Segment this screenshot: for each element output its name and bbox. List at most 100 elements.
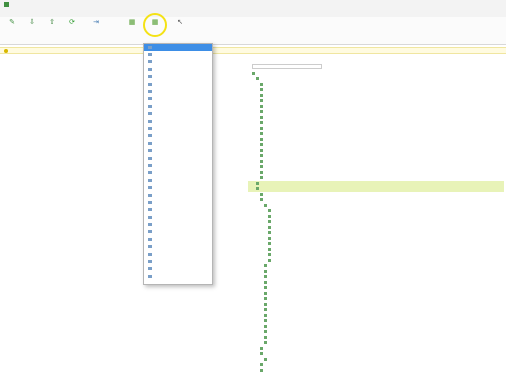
ribbon-button-8[interactable]: ↖	[172, 19, 188, 41]
item-icon	[148, 53, 152, 57]
tree-toolbar	[248, 58, 504, 63]
tree-node-icon	[264, 319, 267, 323]
item-icon	[148, 178, 152, 182]
dropdown-item[interactable]	[144, 170, 212, 177]
tree-node-icon	[264, 330, 267, 334]
tree-node-icon	[260, 154, 263, 158]
ribbon-button-6[interactable]: ▦	[124, 19, 140, 41]
tree-node-icon	[260, 115, 263, 119]
tree-search-input[interactable]	[252, 64, 322, 69]
item-icon	[148, 223, 152, 227]
tree-node-icon	[260, 346, 263, 350]
dropdown-item[interactable]	[144, 133, 212, 140]
dropdown-item[interactable]	[144, 258, 212, 265]
ribbon-button-5[interactable]: ⇥	[88, 19, 104, 41]
item-icon	[148, 156, 152, 160]
tree-node-icon	[260, 176, 263, 180]
ribbon-button-4[interactable]: ⟳	[64, 19, 80, 41]
ribbon-tabs	[0, 9, 506, 17]
item-icon	[148, 252, 152, 256]
dropdown-item[interactable]	[144, 207, 212, 214]
tree-node-icon	[260, 159, 263, 163]
tree-node-icon	[268, 209, 271, 213]
upload-icon: ⇧	[49, 19, 55, 26]
tree-node-icon	[264, 297, 267, 301]
item-icon	[148, 90, 152, 94]
dropdown-item[interactable]	[144, 103, 212, 110]
tree-node-icon	[268, 236, 271, 240]
dropdown-item[interactable]	[144, 140, 212, 147]
dropdown-item[interactable]	[144, 251, 212, 258]
tree-node-icon	[264, 357, 267, 361]
dropdown-item[interactable]	[144, 229, 212, 236]
dropdown-menu	[143, 43, 213, 285]
tree-node-icon	[260, 148, 263, 152]
dropdown-item[interactable]	[144, 111, 212, 118]
tree-node-icon	[260, 99, 263, 103]
item-icon	[148, 260, 152, 264]
dropdown-item[interactable]	[144, 66, 212, 73]
dropdown-item[interactable]	[144, 244, 212, 251]
item-icon	[148, 67, 152, 71]
dropdown-item[interactable]	[144, 155, 212, 162]
dropdown-item[interactable]	[144, 214, 212, 221]
grid-icon: ▦	[128, 19, 136, 26]
app-icon	[4, 2, 9, 7]
item-icon	[148, 60, 152, 64]
tree-node-icon	[268, 225, 271, 229]
dropdown-item[interactable]	[144, 221, 212, 228]
tree-node-icon	[260, 110, 263, 114]
dropdown-item[interactable]	[144, 192, 212, 199]
item-icon	[148, 97, 152, 101]
dropdown-item[interactable]	[144, 74, 212, 81]
warning-icon	[4, 49, 8, 53]
item-icon	[148, 45, 152, 49]
dropdown-item[interactable]	[144, 147, 212, 154]
item-icon	[148, 104, 152, 108]
item-icon	[148, 127, 152, 130]
tree-node-icon	[260, 137, 263, 141]
tree-node-icon	[264, 286, 267, 290]
item-icon	[148, 163, 152, 167]
dropdown-item[interactable]	[144, 59, 212, 66]
tree-node-icon	[264, 269, 267, 273]
tree-node-icon	[264, 335, 267, 339]
tree-node-icon	[260, 198, 263, 202]
ribbon-toolbar: ✎ ⇩ ⇧ ⟳ ⇥ ▦ ▦ ↖	[0, 17, 506, 45]
tree-node-icon	[260, 165, 263, 169]
dropdown-item[interactable]	[144, 266, 212, 273]
ribbon-button-2[interactable]: ⇩	[24, 19, 40, 41]
dropdown-item[interactable]	[144, 273, 212, 280]
tree-node-icon	[256, 77, 259, 81]
dropdown-item[interactable]	[144, 184, 212, 191]
dropdown-item[interactable]	[144, 236, 212, 243]
tree-node-icon	[260, 132, 263, 136]
dropdown-item[interactable]	[144, 96, 212, 103]
tree-node-icon	[264, 275, 267, 279]
item-icon	[148, 245, 152, 249]
tree-node-icon	[260, 121, 263, 125]
dropdown-item[interactable]	[144, 88, 212, 95]
left-panel-row[interactable]	[2, 144, 130, 149]
item-icon	[148, 274, 152, 278]
dropdown-item[interactable]	[144, 44, 212, 52]
ribbon-button-1[interactable]: ✎	[4, 19, 20, 41]
tree-node-icon	[260, 82, 263, 86]
dropdown-item[interactable]	[144, 125, 212, 132]
ribbon-button-3[interactable]: ⇧	[44, 19, 60, 41]
dropdown-item[interactable]	[144, 162, 212, 169]
dropdown-item[interactable]	[144, 118, 212, 125]
dropdown-item[interactable]	[144, 199, 212, 206]
tree-node[interactable]	[248, 368, 504, 374]
item-icon	[148, 75, 152, 79]
dropdown-item[interactable]	[144, 177, 212, 184]
dropdown-item[interactable]	[144, 51, 212, 58]
tree-node-icon	[268, 258, 271, 262]
item-icon	[148, 267, 152, 271]
tree-node-icon	[260, 170, 263, 174]
pointer-icon: ↖	[177, 19, 183, 26]
dropdown-item[interactable]	[144, 81, 212, 88]
tree-node-icon	[264, 308, 267, 312]
item-icon	[148, 134, 152, 138]
item-icon	[148, 237, 152, 241]
